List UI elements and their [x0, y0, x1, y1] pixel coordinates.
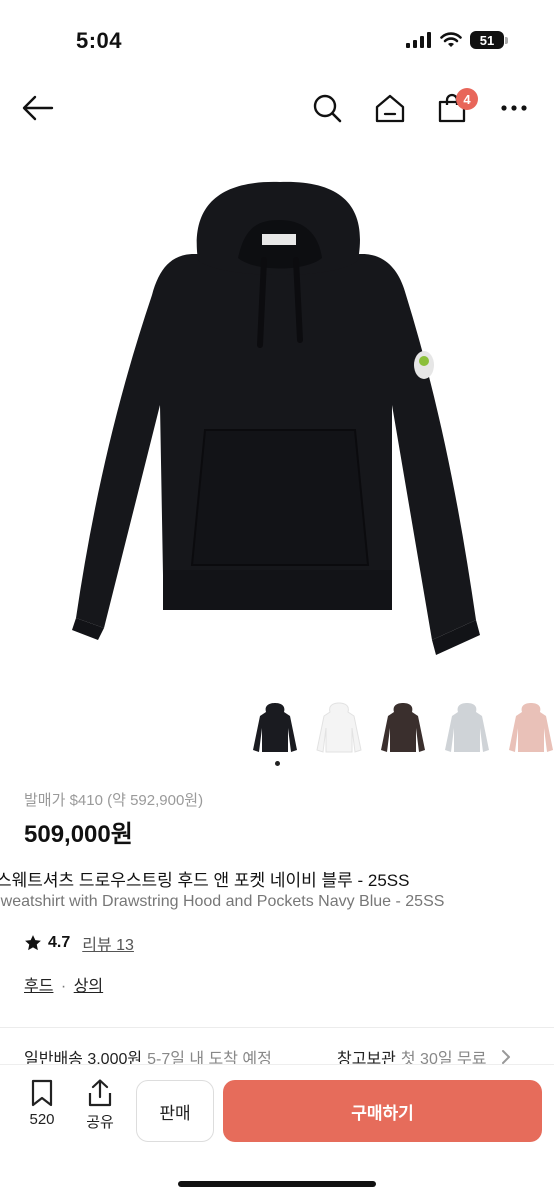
- search-button[interactable]: [307, 88, 347, 128]
- buy-button[interactable]: 구매하기: [223, 1080, 542, 1142]
- thumbnail-selected-indicator: [275, 761, 280, 766]
- thumbnail-3[interactable]: [378, 700, 428, 756]
- thumbnail-2[interactable]: [314, 700, 364, 756]
- home-button[interactable]: [370, 88, 410, 128]
- category-link-top[interactable]: 상의: [74, 978, 103, 995]
- home-icon: [375, 94, 405, 123]
- thumbnail-5[interactable]: [506, 700, 554, 756]
- product-price: 509,000원: [24, 821, 133, 848]
- rating-value: 4.7: [48, 934, 71, 951]
- bookmark-count: 520: [29, 1111, 55, 1128]
- battery-indicator: 51: [470, 31, 508, 49]
- battery-cap: [505, 36, 508, 44]
- battery-level: 51: [470, 31, 504, 49]
- thumbnail-1[interactable]: [250, 700, 300, 756]
- signal-icon: [406, 32, 431, 48]
- cart-count-badge: 4: [456, 88, 478, 110]
- bookmark-icon: [31, 1079, 53, 1107]
- share-button[interactable]: 공유: [80, 1079, 120, 1132]
- thumbnail-hoodie: [253, 703, 297, 752]
- color-thumbnails: [250, 700, 554, 756]
- search-icon: [313, 94, 342, 123]
- home-indicator: [178, 1181, 376, 1187]
- thumbnail-hoodie: [445, 703, 489, 752]
- bottom-action-bar: 520 공유 판매 구매하기: [0, 1064, 554, 1200]
- rating-row: 4.7 리뷰 13: [24, 931, 134, 955]
- status-bar: 5:04 51: [0, 0, 554, 80]
- share-label: 공유: [86, 1114, 114, 1131]
- star-icon: [25, 935, 41, 951]
- thumbnail-4[interactable]: [442, 700, 492, 756]
- thumbnail-hoodie: [509, 703, 553, 752]
- category-link-hood[interactable]: 후드: [24, 978, 53, 995]
- sell-button[interactable]: 판매: [136, 1080, 214, 1142]
- share-icon: [88, 1079, 112, 1107]
- thumbnail-hoodie: [381, 703, 425, 752]
- category-separator: ·: [60, 978, 67, 995]
- wifi-icon: [440, 32, 462, 47]
- more-button[interactable]: [494, 88, 534, 128]
- chevron-right-icon: [502, 1050, 511, 1064]
- review-link[interactable]: 리뷰 13: [82, 931, 134, 955]
- product-title-ko: 스웨트셔츠 드로우스트링 후드 앤 포켓 네이비 블루 - 25SS: [0, 871, 410, 890]
- product-hero-image[interactable]: [0, 150, 554, 695]
- category-row: 후드 · 상의: [24, 972, 103, 996]
- cart-button[interactable]: 4: [432, 88, 478, 128]
- product-title-en: Sweatshirt with Drawstring Hood and Pock…: [0, 893, 445, 910]
- more-icon: [501, 105, 527, 111]
- back-button[interactable]: [18, 88, 58, 128]
- status-time: 5:04: [76, 28, 123, 53]
- release-price: 발매가 $410 (약 592,900원): [24, 792, 204, 809]
- divider: [0, 1027, 554, 1028]
- status-icons: 51: [406, 31, 508, 49]
- back-arrow-icon: [22, 95, 54, 121]
- bookmark-button[interactable]: 520: [22, 1079, 62, 1128]
- thumbnail-hoodie: [316, 702, 362, 753]
- nav-bar: 4: [0, 80, 554, 136]
- hoodie-illustration: [72, 181, 480, 655]
